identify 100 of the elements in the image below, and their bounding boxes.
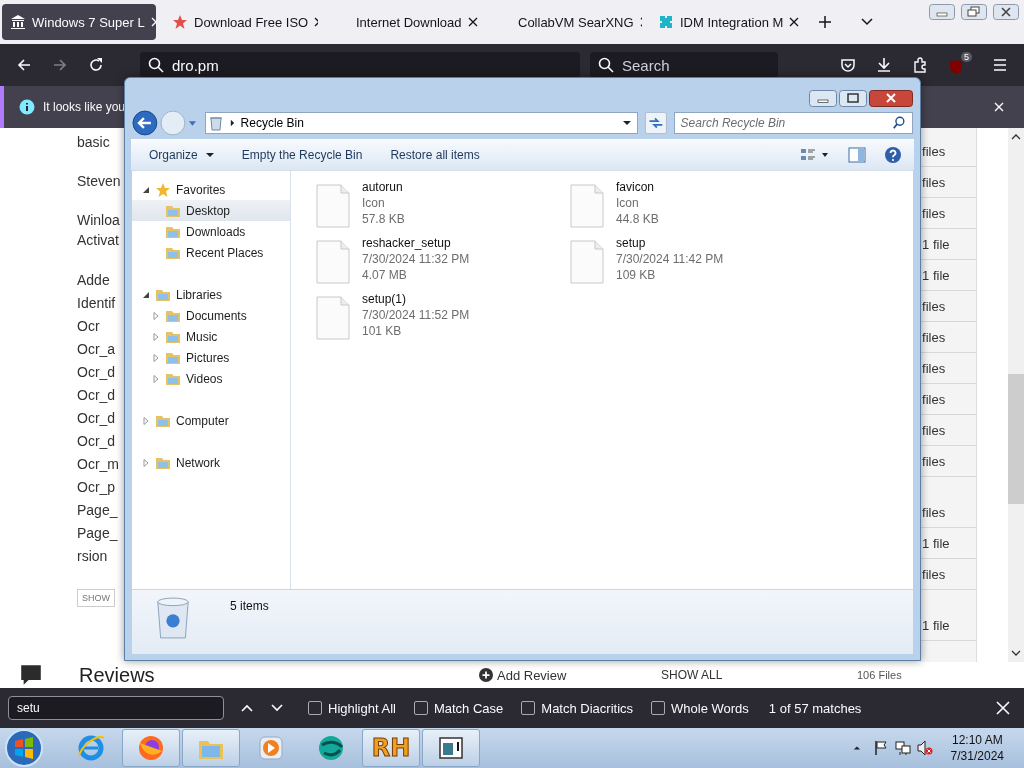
checkbox[interactable] xyxy=(521,701,536,715)
star-icon xyxy=(155,181,171,198)
scroll-up-icon[interactable] xyxy=(1011,134,1021,140)
blank-file-icon xyxy=(570,184,604,228)
search-field[interactable]: Search xyxy=(590,52,778,78)
clock[interactable]: 12:10 AM 7/31/2024 xyxy=(950,732,1004,764)
minimize-icon[interactable] xyxy=(928,4,956,20)
nav-item[interactable]: Pictures xyxy=(132,347,290,368)
command-button[interactable]: Organize xyxy=(145,144,218,166)
plus-icon[interactable] xyxy=(818,15,832,29)
refresh-icon[interactable] xyxy=(643,112,668,134)
muted-speaker-icon[interactable] xyxy=(916,740,933,756)
file-count: files xyxy=(921,504,946,520)
dropdown-arrow-icon[interactable] xyxy=(622,120,631,126)
file-item[interactable]: setup(1) 7/30/2024 11:52 PM 101 KB xyxy=(316,291,570,347)
download-icon[interactable] xyxy=(876,57,892,73)
taskbar-app[interactable] xyxy=(422,729,480,767)
command-button[interactable]: Empty the Recycle Bin xyxy=(237,144,367,166)
search-field[interactable]: Search Recycle Bin xyxy=(673,112,913,134)
browser-tab[interactable]: Windows 7 Super L xyxy=(2,4,156,40)
checkbox[interactable] xyxy=(308,701,322,715)
puzzle-icon xyxy=(658,14,674,30)
scroll-down-icon[interactable] xyxy=(1011,650,1021,656)
browser-tab[interactable]: CollabVM SearXNG xyxy=(488,4,642,40)
nav-item[interactable]: Desktop xyxy=(132,200,290,221)
restore-icon[interactable] xyxy=(960,4,988,20)
browser-tab[interactable]: IDM Integration M xyxy=(650,4,804,40)
match-count: 1 of 57 matches xyxy=(768,700,862,716)
scrollbar[interactable] xyxy=(1008,128,1024,662)
caret-up-icon[interactable] xyxy=(852,744,861,752)
nav-item[interactable]: Videos xyxy=(132,368,290,389)
star-icon xyxy=(172,14,188,30)
nav-item[interactable]: Recent Places xyxy=(132,242,290,263)
nav-item[interactable]: Network xyxy=(132,452,290,473)
file-item[interactable]: favicon Icon 44.8 KB xyxy=(570,179,824,235)
page-text: Steven xyxy=(77,172,121,191)
search-icon xyxy=(892,116,906,130)
file-count: files xyxy=(921,453,946,469)
expander-icon[interactable] xyxy=(142,185,150,194)
nav-item[interactable]: Libraries xyxy=(132,284,290,305)
checkbox-label[interactable]: Match Case xyxy=(433,700,504,716)
page-text: basic xyxy=(77,133,110,152)
expander-icon[interactable] xyxy=(142,290,150,299)
scroll-thumb[interactable] xyxy=(1008,374,1024,504)
flag-icon[interactable] xyxy=(872,740,889,756)
media-player-icon xyxy=(256,733,286,763)
address-bar[interactable]: Recycle Bin xyxy=(204,112,638,134)
nav-item[interactable]: Computer xyxy=(132,410,290,431)
checkbox-label[interactable]: Highlight All xyxy=(328,700,396,716)
page-text: Adde xyxy=(77,271,110,290)
clock-time: 12:10 AM xyxy=(951,732,1003,748)
nav-item[interactable]: Music xyxy=(132,326,290,347)
file-count: files xyxy=(921,298,946,314)
file-item[interactable]: setup 7/30/2024 11:42 PM 109 KB xyxy=(570,235,824,291)
browser-tab[interactable]: Download Free ISO xyxy=(164,4,318,40)
minimize-icon[interactable] xyxy=(809,90,837,107)
show-all-link[interactable]: SHOW ALL xyxy=(661,668,857,682)
checkbox[interactable] xyxy=(651,701,666,715)
file-item[interactable]: autorun Icon 57.8 KB xyxy=(316,179,570,235)
nav-item[interactable]: Documents xyxy=(132,305,290,326)
blank-file-icon xyxy=(316,184,350,228)
file-count: files xyxy=(921,329,946,345)
shield-extension-button[interactable]: 5 xyxy=(948,52,972,78)
maximize-icon[interactable] xyxy=(839,90,867,107)
pocket-icon[interactable] xyxy=(840,57,856,73)
puzzle-icon[interactable] xyxy=(912,57,928,73)
page-text: Activat xyxy=(77,231,119,250)
network-icon[interactable] xyxy=(894,740,911,756)
browser-tab[interactable]: Internet Download xyxy=(326,4,480,40)
reload-icon[interactable] xyxy=(88,57,104,73)
info-icon xyxy=(19,99,35,115)
notification-text: It looks like you xyxy=(43,100,126,114)
file-item[interactable]: reshacker_setup 7/30/2024 11:32 PM 4.07 MB xyxy=(316,235,570,291)
checkbox-label[interactable]: Match Diacritics xyxy=(541,700,634,716)
checkbox-label[interactable]: Whole Words xyxy=(671,700,749,716)
back-arrow-icon[interactable] xyxy=(16,57,32,73)
blank-file-icon xyxy=(570,240,604,284)
page-text: Ocr_p xyxy=(77,478,116,497)
page-text: Ocr_d xyxy=(77,409,116,428)
command-button[interactable]: Restore all items xyxy=(386,144,484,166)
view-options-icon[interactable] xyxy=(800,147,830,163)
item-count: 5 items xyxy=(230,599,269,613)
start-button[interactable] xyxy=(4,728,44,768)
show-button[interactable]: SHOW xyxy=(77,589,115,607)
url-field[interactable]: dro.pm xyxy=(140,52,580,78)
plus-circle-icon[interactable] xyxy=(479,668,493,682)
taskbar-app[interactable] xyxy=(122,729,180,767)
fox-globe-icon xyxy=(136,733,166,763)
checkbox[interactable] xyxy=(413,701,428,715)
page-text: rsion xyxy=(77,547,108,566)
help-icon[interactable] xyxy=(884,146,902,164)
add-review-link[interactable]: Add Review xyxy=(497,667,661,683)
menu-icon[interactable] xyxy=(992,57,1008,73)
nav-item[interactable]: Downloads xyxy=(132,221,290,242)
page-text: Identif xyxy=(77,294,116,313)
file-count: files xyxy=(921,360,946,376)
file-count: 1 file xyxy=(921,236,950,252)
find-field[interactable]: setu xyxy=(8,696,224,720)
nav-item[interactable]: Favorites xyxy=(132,179,290,200)
file-count: 1 file xyxy=(921,617,950,633)
